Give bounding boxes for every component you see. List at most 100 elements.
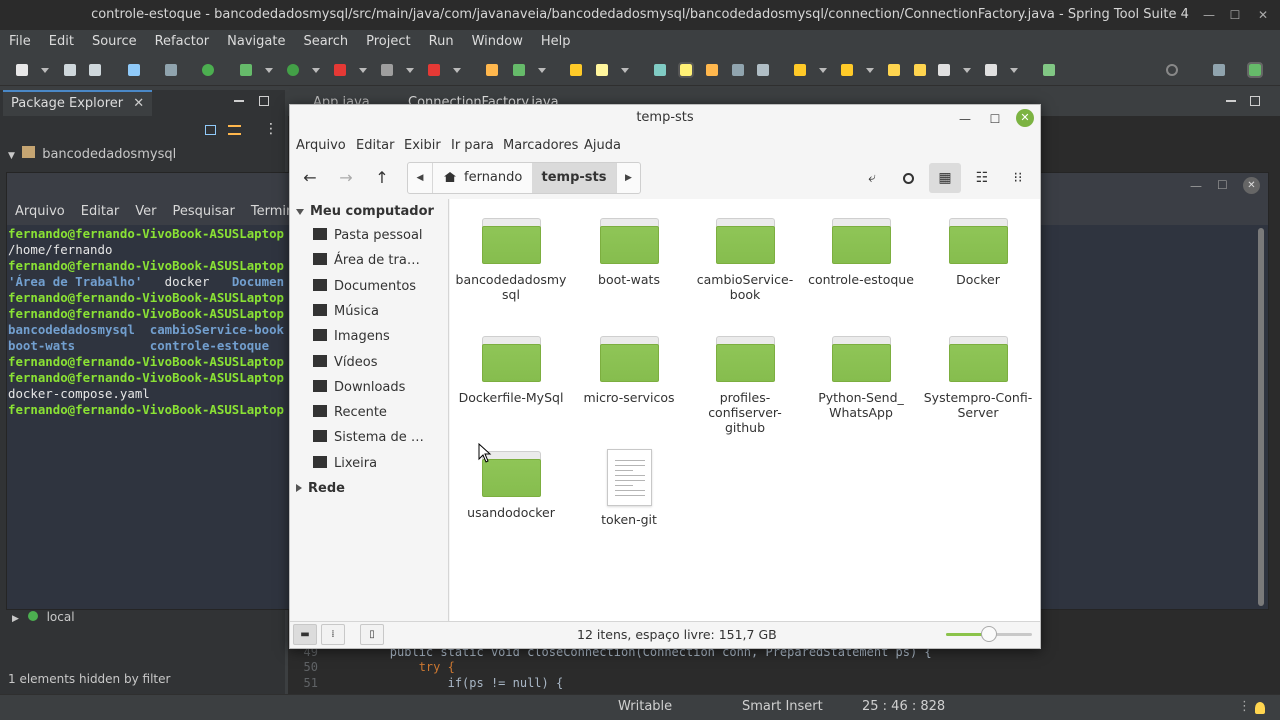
folder-item[interactable]: Dockerfile-MySql <box>453 336 569 405</box>
project-tree-item[interactable]: ▼ bancodedadosmysql <box>8 146 176 162</box>
folder-item[interactable]: micro-servicos <box>571 336 687 405</box>
fm-menu-exibir[interactable]: Exibir <box>404 138 441 153</box>
maximize-icon[interactable]: ☐ <box>1222 0 1248 30</box>
terminal-menu-pesquisar[interactable]: Pesquisar <box>165 200 243 224</box>
folder-item[interactable]: boot-wats <box>571 218 687 287</box>
places-toggle-icon[interactable]: ▬ <box>293 624 317 645</box>
console-icon[interactable] <box>128 64 140 76</box>
pen-icon[interactable] <box>596 64 608 76</box>
fm-menu-arquivo[interactable]: Arquivo <box>296 138 346 153</box>
folder-item[interactable]: Systempro-Confi- Server <box>920 336 1036 420</box>
open-folder-icon[interactable] <box>570 64 582 76</box>
terminal-menu-ver[interactable]: Ver <box>127 200 164 224</box>
stop-icon[interactable] <box>381 64 393 76</box>
block-select-icon[interactable] <box>732 64 744 76</box>
maximize-view-icon[interactable] <box>259 96 269 106</box>
minimize-icon[interactable]: — <box>1196 0 1222 30</box>
folder-item[interactable]: Docker <box>920 218 1036 287</box>
next-annotation-icon[interactable] <box>794 64 806 76</box>
fm-menu-ajuda[interactable]: Ajuda <box>584 138 621 153</box>
search-icon[interactable] <box>892 163 924 193</box>
zoom-slider-handle[interactable] <box>981 626 997 642</box>
menu-file[interactable]: File <box>0 30 40 54</box>
fm-menu-ir-para[interactable]: Ir para <box>451 138 494 153</box>
menu-run[interactable]: Run <box>420 30 463 54</box>
maximize-icon[interactable]: ☐ <box>1217 178 1228 192</box>
sidebar-item[interactable]: Área de tra… <box>313 251 420 271</box>
folder-item[interactable]: cambioService- book <box>687 218 803 302</box>
arrow-right-icon[interactable] <box>985 64 997 76</box>
folder-item[interactable]: controle-estoque <box>803 218 919 287</box>
lightbulb-icon[interactable] <box>1255 702 1265 714</box>
terminal-scrollbar[interactable] <box>1258 228 1264 606</box>
chevron-left-icon[interactable]: ◀ <box>408 163 433 193</box>
tree-toggle-icon[interactable]: ⁞ <box>321 624 345 645</box>
chevron-down-icon[interactable]: ▼ <box>8 151 15 161</box>
chevron-right-icon[interactable]: ▶ <box>12 614 19 624</box>
back-edit-icon[interactable] <box>914 64 926 76</box>
last-edit-icon[interactable] <box>888 64 900 76</box>
folder-item[interactable]: profiles- confiserver- github <box>687 336 803 435</box>
close-icon[interactable]: ✕ <box>1250 0 1276 30</box>
sidebar-item[interactable]: Downloads <box>313 378 405 398</box>
fm-menu-editar[interactable]: Editar <box>356 138 395 153</box>
run-icon[interactable] <box>287 64 299 76</box>
debug-icon[interactable] <box>240 64 252 76</box>
back-arrow-icon[interactable]: ← <box>297 166 323 190</box>
menu-edit[interactable]: Edit <box>40 30 83 54</box>
annotation-icon[interactable] <box>654 64 666 76</box>
minimize-icon[interactable]: — <box>1190 179 1202 193</box>
toggle-location-icon[interactable]: ⤶ <box>856 163 888 193</box>
icon-view-icon[interactable]: ▦ <box>929 163 961 193</box>
chevron-down-icon[interactable] <box>265 68 273 73</box>
up-arrow-icon[interactable]: ↑ <box>369 166 395 190</box>
new-class-icon[interactable] <box>513 64 525 76</box>
sidebar-item[interactable]: Documentos <box>313 277 416 297</box>
chevron-down-icon[interactable] <box>1010 68 1018 73</box>
sidebar-item[interactable]: Vídeos <box>313 353 377 373</box>
menu-project[interactable]: Project <box>357 30 419 54</box>
menu-source[interactable]: Source <box>83 30 146 54</box>
chevron-down-icon[interactable] <box>296 209 304 215</box>
collapse-all-icon[interactable] <box>205 125 216 135</box>
arrow-left-icon[interactable] <box>938 64 950 76</box>
pin-editor-icon[interactable] <box>1043 64 1055 76</box>
chevron-down-icon[interactable] <box>41 68 49 73</box>
file-item[interactable]: token-git <box>571 449 687 527</box>
sidebar-item[interactable]: Música <box>313 302 379 322</box>
sidebar-section-network[interactable]: Rede <box>296 481 345 496</box>
menu-refactor[interactable]: Refactor <box>146 30 219 54</box>
folder-item[interactable]: usandodocker <box>453 451 569 520</box>
spring-perspective-icon[interactable] <box>1247 62 1263 78</box>
minimize-icon[interactable]: — <box>956 110 974 128</box>
terminal-output[interactable]: fernando@fernando-VivoBook-ASUSLaptop/ho… <box>8 226 288 606</box>
fm-menu-marcadores[interactable]: Marcadores <box>503 138 578 153</box>
tab-package-explorer[interactable]: Package Explorer ✕ <box>3 90 153 116</box>
terminal-menu-editar[interactable]: Editar <box>73 200 128 224</box>
view-menu-icon[interactable]: ⋮ <box>264 122 278 136</box>
maximize-icon[interactable]: ☐ <box>986 110 1004 128</box>
chevron-right-icon[interactable]: ▶ <box>616 163 640 193</box>
highlight-icon[interactable] <box>678 62 694 78</box>
chevron-down-icon[interactable] <box>819 68 827 73</box>
spring-boot-icon[interactable] <box>202 64 214 76</box>
minimize-view-icon[interactable] <box>234 100 244 102</box>
chevron-down-icon[interactable] <box>359 68 367 73</box>
external-tools-icon[interactable] <box>428 64 440 76</box>
sidebar-item[interactable]: Recente <box>313 403 387 423</box>
chevron-down-icon[interactable] <box>963 68 971 73</box>
chevron-down-icon[interactable] <box>312 68 320 73</box>
menu-search[interactable]: Search <box>294 30 357 54</box>
chevron-down-icon[interactable] <box>538 68 546 73</box>
breadcrumb-current[interactable]: temp-sts <box>532 163 616 193</box>
breadcrumb-home[interactable]: fernando <box>434 163 532 193</box>
minimize-view-icon[interactable] <box>1226 100 1236 102</box>
chevron-right-icon[interactable] <box>296 484 302 492</box>
save-all-icon[interactable] <box>89 64 101 76</box>
open-perspective-icon[interactable] <box>1213 64 1225 76</box>
close-icon[interactable]: ✕ <box>1016 109 1034 127</box>
compact-view-icon[interactable]: ⁝⁝ <box>1002 163 1034 193</box>
link-editor-icon[interactable] <box>228 125 241 135</box>
sidebar-item[interactable]: Imagens <box>313 327 390 347</box>
sidebar-item[interactable]: Pasta pessoal <box>313 226 423 246</box>
